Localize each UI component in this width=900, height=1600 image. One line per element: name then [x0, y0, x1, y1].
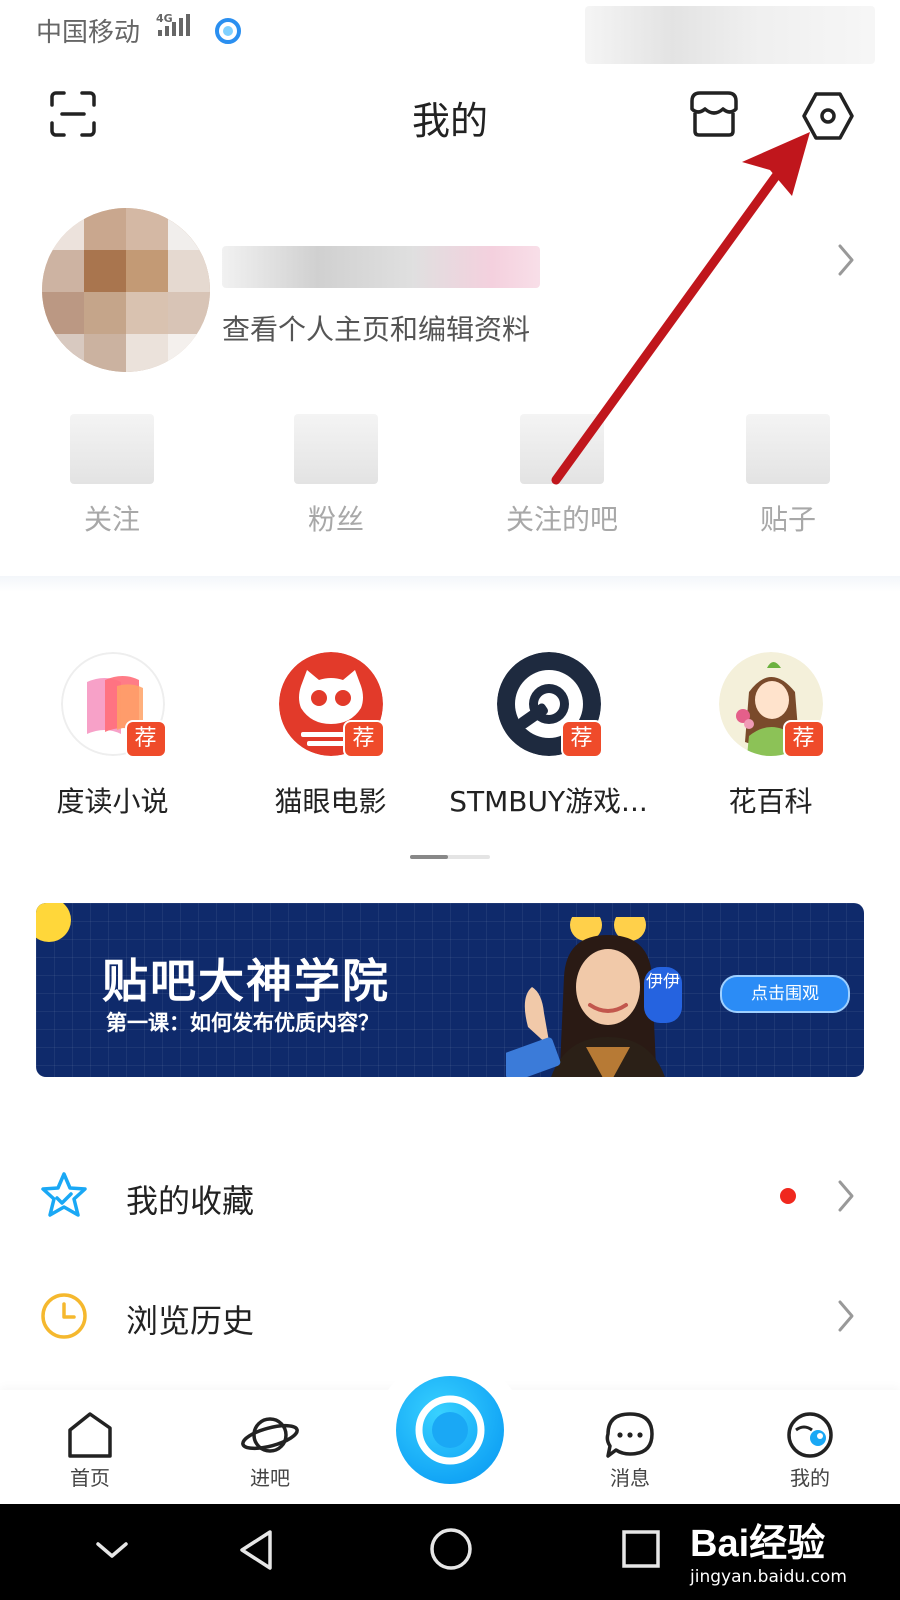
home-circle-icon[interactable]	[428, 1526, 474, 1572]
stat-posts[interactable]: 贴子	[688, 414, 888, 538]
profile-edit-link[interactable]: 查看个人主页和编辑资料	[222, 308, 530, 348]
clock-icon	[41, 1293, 87, 1339]
rec-app-name: STMBUY游戏...	[449, 785, 648, 818]
moon-decoration-icon	[36, 903, 71, 942]
tab-label: 首页	[70, 1466, 110, 1490]
collapse-down-icon[interactable]	[92, 1530, 132, 1570]
star-icon	[41, 1172, 87, 1217]
camera-lens-icon	[415, 1395, 485, 1465]
chevron-right-icon[interactable]	[832, 240, 860, 280]
home-icon	[68, 1412, 112, 1458]
unread-dot	[780, 1188, 796, 1204]
tab-label: 消息	[610, 1466, 650, 1490]
settings-icon[interactable]	[800, 89, 856, 143]
menu-item-favorites[interactable]: 我的收藏	[0, 1146, 900, 1246]
stat-count-blurred	[520, 414, 604, 484]
chevron-right-icon	[838, 1300, 854, 1332]
promo-banner[interactable]: 贴吧大神学院 第一课：如何发布优质内容？ 伊伊 点击围观	[36, 903, 864, 1077]
recommend-badge: 荐	[782, 720, 825, 758]
tab-label: 进吧	[250, 1466, 290, 1490]
rec-app-maoyan[interactable]: 荐 猫眼电影	[218, 652, 443, 820]
carrier-name: 中国移动	[36, 18, 141, 48]
banner-cta-button[interactable]: 点击围观	[720, 975, 850, 1013]
username-blurred[interactable]	[222, 246, 540, 288]
baidu-jingyan-watermark: Bai经验 jingyan.baidu.com	[690, 1512, 890, 1596]
banner-title: 贴吧大神学院	[102, 954, 390, 1008]
svg-text:4G: 4G	[156, 12, 173, 25]
chevron-right-icon	[838, 1180, 854, 1212]
tab-label: 我的	[790, 1466, 830, 1490]
page-title: 我的	[411, 99, 488, 143]
page-indicator-active	[410, 855, 448, 859]
stat-count-blurred	[746, 414, 830, 484]
watermark-url: jingyan.baidu.com	[690, 1567, 847, 1587]
banner-tag: 伊伊	[644, 967, 682, 1023]
stat-label: 贴子	[759, 503, 816, 536]
scan-icon[interactable]	[48, 89, 98, 139]
rec-app-flower-wiki[interactable]: 荐 花百科	[658, 652, 883, 820]
recent-apps-icon[interactable]	[620, 1528, 662, 1570]
stat-fans[interactable]: 粉丝	[236, 414, 436, 538]
rec-app-name: 度读小说	[56, 785, 169, 818]
profile-face-icon	[787, 1412, 833, 1458]
menu-item-history[interactable]: 浏览历史	[0, 1266, 900, 1366]
stat-followed-bars[interactable]: 关注的吧	[462, 414, 662, 538]
signal-icon: 4G	[156, 12, 190, 36]
stat-following[interactable]: 关注	[12, 414, 212, 538]
stat-count-blurred	[294, 414, 378, 484]
recommend-badge: 荐	[342, 720, 385, 758]
stat-count-blurred	[70, 414, 154, 484]
rec-app-stmbuy[interactable]: 荐 STMBUY游戏...	[436, 652, 661, 820]
recommend-badge: 荐	[560, 720, 603, 758]
store-icon[interactable]	[688, 89, 740, 139]
planet-icon	[241, 1417, 299, 1453]
tab-mine[interactable]: 我的	[750, 1410, 870, 1491]
stat-label: 关注	[83, 503, 140, 536]
recommend-badge: 荐	[124, 720, 167, 758]
notification-app-icon	[215, 18, 241, 44]
menu-label: 我的收藏	[126, 1182, 255, 1220]
message-icon	[605, 1412, 654, 1458]
rec-app-name: 猫眼电影	[274, 785, 387, 818]
tab-messages[interactable]: 消息	[570, 1410, 690, 1491]
publish-camera-button[interactable]	[396, 1376, 504, 1484]
rec-app-name: 花百科	[728, 785, 813, 818]
stat-label: 关注的吧	[505, 503, 618, 536]
status-icons-blurred	[585, 6, 875, 64]
stat-label: 粉丝	[307, 503, 364, 536]
back-icon[interactable]	[234, 1526, 278, 1574]
rec-app-dudu-novel[interactable]: 荐 度读小说	[0, 652, 225, 820]
tab-home[interactable]: 首页	[30, 1410, 150, 1491]
page-indicator	[410, 855, 490, 859]
tab-bars[interactable]: 进吧	[210, 1410, 330, 1491]
avatar[interactable]	[42, 208, 210, 372]
presenter-photo	[506, 917, 665, 1077]
menu-label: 浏览历史	[126, 1302, 255, 1340]
status-bar: 中国移动 4G	[0, 0, 900, 64]
banner-subtitle: 第一课：如何发布优质内容？	[106, 1011, 379, 1035]
section-divider	[0, 576, 900, 592]
watermark-brand: Bai经验	[690, 1523, 826, 1565]
